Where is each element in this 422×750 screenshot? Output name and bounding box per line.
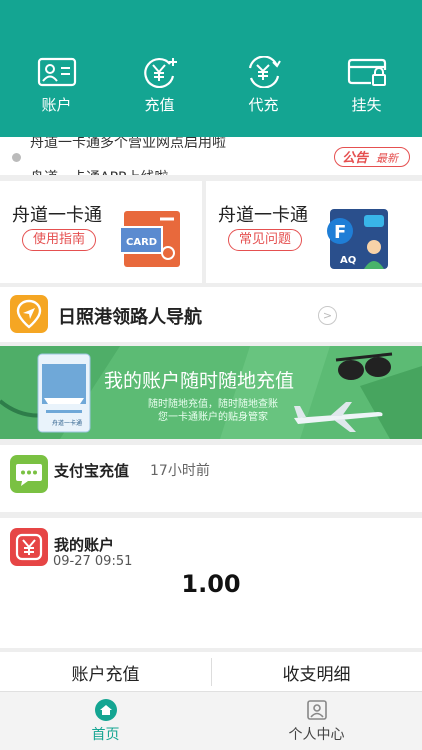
- airplane-icon: [294, 402, 383, 432]
- guide-label: 日照港领路人导航: [58, 307, 202, 328]
- svg-text:CARD: CARD: [126, 237, 157, 248]
- nav-proxy-recharge-label: 代充: [248, 96, 279, 114]
- notice-text-2: 舟道一卡通APP上线啦: [30, 167, 168, 175]
- usage-guide-button[interactable]: 使用指南: [22, 229, 97, 251]
- nav-account[interactable]: 账户: [4, 56, 109, 126]
- nav-report-loss-label: 挂失: [351, 96, 382, 114]
- card-usage-guide[interactable]: 舟道一卡通 使用指南 CARD: [0, 181, 202, 283]
- yen-add-icon: [143, 57, 177, 88]
- sunglasses-icon: [335, 352, 393, 380]
- banner-subtitle-2: 您一卡通账户的贴身管家: [158, 412, 268, 423]
- alipay-time: 17小时前: [150, 463, 210, 479]
- banner-title: 我的账户随时随地充值: [104, 370, 295, 392]
- account-date: 09-27 09:51: [53, 554, 133, 569]
- nav-recharge[interactable]: 充值: [107, 56, 212, 126]
- alipay-recharge-item[interactable]: 支付宝充值 17小时前: [0, 445, 422, 512]
- home-icon: [94, 699, 117, 721]
- account-actions: 账户充值 收支明细: [0, 652, 422, 691]
- banner-card-caption: 舟道一卡通: [52, 420, 83, 427]
- bottom-tab-bar: 首页 个人中心: [0, 691, 422, 750]
- account-panel[interactable]: 我的账户 09-27 09:51 1.00: [0, 518, 422, 648]
- nav-proxy-recharge[interactable]: 代充: [211, 56, 316, 126]
- notice-dot: [12, 153, 21, 162]
- promo-banner[interactable]: 舟道一卡通 我的账户随时随地充值 随时随地充值，随时随地查账 您一卡通账户的贴身…: [0, 346, 422, 439]
- nav-report-loss[interactable]: 挂失: [314, 56, 419, 126]
- account-recharge-button[interactable]: 账户充值: [0, 660, 211, 685]
- guide-row[interactable]: 日照港领路人导航 >: [0, 287, 422, 342]
- nav-recharge-label: 充值: [144, 96, 175, 114]
- card-title: 舟道一卡通: [12, 205, 102, 226]
- announcement-badge: 公告 最新: [334, 147, 410, 167]
- badge-sub-text: 最新: [376, 152, 400, 165]
- tab-home[interactable]: 首页: [0, 699, 211, 744]
- nav-account-label: 账户: [41, 96, 72, 114]
- card-terminal-icon: CARD: [119, 211, 180, 267]
- profile-icon: [306, 700, 327, 720]
- account-title: 我的账户: [54, 536, 115, 554]
- transaction-details-button[interactable]: 收支明细: [211, 660, 422, 685]
- locked-card-icon: [347, 58, 386, 86]
- faq-button[interactable]: 常见问题: [228, 229, 303, 251]
- tab-home-label: 首页: [91, 727, 120, 743]
- card-faq[interactable]: 舟道一卡通 常见问题 F AQ: [206, 181, 422, 283]
- faq-icon: F AQ: [327, 209, 388, 269]
- svg-text:F: F: [334, 222, 346, 243]
- tab-personal-center[interactable]: 个人中心: [211, 699, 422, 744]
- svg-text:AQ: AQ: [340, 255, 356, 266]
- chevron-right-icon[interactable]: >: [318, 306, 337, 325]
- notice-ticker[interactable]: 舟道一卡通多个营业网点启用啦 舟道一卡通APP上线啦 公告 最新: [0, 137, 422, 175]
- yen-icon: [10, 528, 48, 566]
- badge-main-text: 公告: [342, 150, 370, 166]
- banner-pagination: [173, 432, 217, 439]
- id-card-icon: [37, 57, 76, 87]
- yen-exchange-icon: [248, 56, 281, 88]
- account-balance: 1.00: [181, 570, 241, 598]
- alipay-label: 支付宝充值: [54, 462, 130, 480]
- message-icon: [10, 455, 48, 493]
- card-title: 舟道一卡通: [218, 205, 308, 226]
- header: 账户 充值 代充 挂失: [0, 0, 422, 137]
- tab-personal-center-label: 个人中心: [288, 727, 345, 743]
- location-icon: [10, 295, 48, 333]
- notice-text-1: 舟道一卡通多个营业网点启用啦: [30, 137, 226, 151]
